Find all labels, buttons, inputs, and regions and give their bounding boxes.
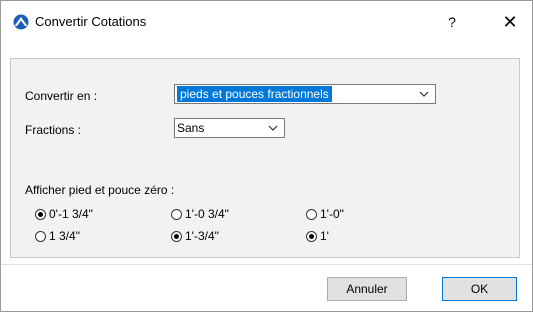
radio-indicator [171, 208, 182, 220]
radio-zero-inch[interactable]: 1'-0 3/4" [171, 207, 229, 221]
chevron-down-icon [268, 125, 278, 131]
fractions-value: Sans [177, 121, 205, 135]
radio-label: 1'-0" [320, 207, 344, 221]
fractions-label: Fractions : [25, 123, 82, 137]
convert-to-value: pieds et pouces fractionnels [177, 86, 332, 102]
radio-indicator [35, 230, 46, 242]
radio-indicator [35, 208, 46, 220]
help-button[interactable]: ? [441, 11, 463, 33]
convert-to-label: Convertir en : [25, 89, 98, 103]
archicad-app-icon [13, 14, 29, 30]
zero-display-label: Afficher pied et pouce zéro : [25, 183, 175, 197]
radio-label: 1'-0 3/4" [185, 207, 229, 221]
convert-to-select[interactable]: pieds et pouces fractionnels [174, 84, 436, 104]
radio-indicator [306, 208, 317, 220]
convert-dimensions-dialog: Convertir Cotations ? ✕ Convertir en : p… [0, 0, 533, 312]
title-bar[interactable]: Convertir Cotations ? ✕ [1, 1, 532, 39]
radio-label: 0'-1 3/4" [49, 207, 93, 221]
radio-zero-feet-zero-inch[interactable]: 0'-1 3/4" [35, 207, 93, 221]
divider [1, 264, 532, 265]
radio-zero-inch-whole[interactable]: 1'-0" [306, 207, 344, 221]
radio-label: 1'-3/4" [185, 229, 219, 243]
settings-panel: Convertir en : pieds et pouces fractionn… [10, 58, 520, 258]
cancel-button[interactable]: Annuler [327, 277, 407, 301]
dialog-title: Convertir Cotations [35, 14, 147, 29]
radio-label: 1' [320, 229, 329, 243]
radio-indicator [306, 230, 317, 242]
radio-no-zero-inch-whole[interactable]: 1' [306, 229, 329, 243]
radio-no-zero-inch[interactable]: 1'-3/4" [171, 229, 219, 243]
fractions-select[interactable]: Sans [174, 118, 285, 138]
ok-button[interactable]: OK [442, 277, 517, 301]
radio-label: 1 3/4" [49, 229, 80, 243]
radio-indicator [171, 230, 182, 242]
close-button[interactable]: ✕ [497, 11, 523, 33]
radio-no-zero-feet[interactable]: 1 3/4" [35, 229, 80, 243]
chevron-down-icon [419, 91, 429, 97]
